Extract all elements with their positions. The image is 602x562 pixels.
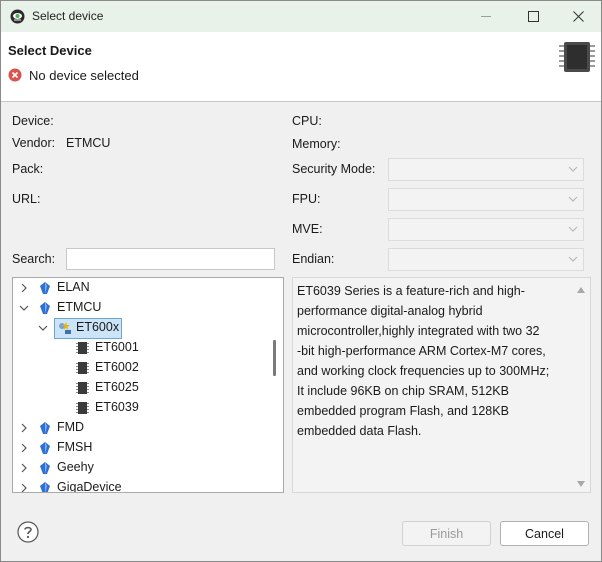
scroll-down-icon[interactable] bbox=[576, 480, 586, 488]
vendor-icon bbox=[40, 302, 50, 314]
tree-item-etmcu[interactable]: ETMCU bbox=[13, 298, 267, 318]
finish-button[interactable]: Finish bbox=[402, 521, 491, 546]
tree-item-geehy[interactable]: Geehy bbox=[13, 458, 267, 478]
tree-item-et600x[interactable]: ET600x bbox=[13, 318, 267, 338]
tree-label: ETMCU bbox=[57, 300, 102, 314]
tree-label: ELAN bbox=[57, 280, 90, 294]
tree-scrollbar[interactable] bbox=[267, 278, 283, 492]
url-label: URL: bbox=[12, 192, 41, 206]
memory-label: Memory: bbox=[292, 137, 341, 151]
chevron-right-icon[interactable] bbox=[19, 423, 29, 433]
minimize-button[interactable] bbox=[463, 1, 509, 32]
search-label: Search: bbox=[12, 252, 56, 266]
tree-item-fmsh[interactable]: FMSH bbox=[13, 438, 267, 458]
fpu-label: FPU: bbox=[292, 192, 321, 206]
vendor-icon bbox=[40, 422, 50, 434]
tree-label: Geehy bbox=[57, 460, 94, 474]
close-icon bbox=[572, 11, 584, 22]
fpu-select[interactable] bbox=[388, 188, 584, 211]
app-icon bbox=[10, 9, 25, 24]
chevron-down-icon bbox=[568, 166, 578, 172]
vendor-icon bbox=[40, 282, 50, 294]
search-input[interactable] bbox=[66, 248, 275, 270]
chevron-down-icon bbox=[568, 196, 578, 202]
header-panel: Select Device No device selected bbox=[1, 32, 601, 102]
title-bar: Select device bbox=[1, 1, 601, 32]
select-device-dialog: Select device Select Device No device se… bbox=[0, 0, 602, 562]
window-title: Select device bbox=[32, 9, 104, 23]
tree-item-fmd[interactable]: FMD bbox=[13, 418, 267, 438]
chevron-down-icon bbox=[568, 256, 578, 262]
error-icon bbox=[8, 68, 22, 82]
vendor-icon bbox=[40, 482, 50, 492]
device-chip-icon bbox=[76, 402, 89, 414]
tree-label: ET6039 bbox=[95, 400, 139, 414]
device-label: Device: bbox=[12, 114, 54, 128]
tree-scrollbar-thumb[interactable] bbox=[273, 340, 276, 376]
status-message: No device selected bbox=[29, 68, 139, 83]
tree-item-et6002[interactable]: ET6002 bbox=[13, 358, 267, 378]
maximize-button[interactable] bbox=[510, 1, 556, 32]
device-chip-icon bbox=[76, 382, 89, 394]
tree-item-gigadevice[interactable]: GigaDevice bbox=[13, 478, 267, 493]
header-title: Select Device bbox=[8, 43, 92, 58]
security-mode-select[interactable] bbox=[388, 158, 584, 181]
mve-select[interactable] bbox=[388, 218, 584, 241]
tree-label: FMSH bbox=[57, 440, 93, 454]
chevron-right-icon[interactable] bbox=[19, 283, 29, 293]
tree-label: ET6025 bbox=[95, 380, 139, 394]
device-description: ET6039 Series is a feature-rich and high… bbox=[297, 284, 550, 438]
device-chip-icon bbox=[76, 342, 89, 354]
vendor-icon bbox=[40, 442, 50, 454]
vendor-icon bbox=[40, 462, 50, 474]
device-tree[interactable]: ELAN ETMCU ET600x ET6001 ET6002 ET6025 E… bbox=[12, 277, 284, 493]
tree-item-et6025[interactable]: ET6025 bbox=[13, 378, 267, 398]
endian-select[interactable] bbox=[388, 248, 584, 271]
device-chip-icon bbox=[76, 362, 89, 374]
help-icon[interactable] bbox=[17, 521, 39, 543]
cpu-label: CPU: bbox=[292, 114, 322, 128]
tree-label: FMD bbox=[57, 420, 85, 434]
pack-label: Pack: bbox=[12, 162, 44, 176]
close-button[interactable] bbox=[555, 1, 601, 32]
scroll-up-icon[interactable] bbox=[576, 286, 586, 294]
tree-item-et6001[interactable]: ET6001 bbox=[13, 338, 267, 358]
cancel-button[interactable]: Cancel bbox=[500, 521, 589, 546]
device-description-panel: ET6039 Series is a feature-rich and high… bbox=[292, 277, 591, 493]
family-icon bbox=[59, 322, 71, 334]
chevron-down-icon[interactable] bbox=[38, 323, 48, 333]
mve-label: MVE: bbox=[292, 222, 323, 236]
chevron-down-icon[interactable] bbox=[19, 303, 29, 313]
security-mode-label: Security Mode: bbox=[292, 162, 376, 176]
vendor-label: Vendor: bbox=[12, 136, 56, 150]
tree-item-et6039[interactable]: ET6039 bbox=[13, 398, 267, 418]
maximize-icon bbox=[527, 11, 539, 22]
chevron-right-icon[interactable] bbox=[19, 483, 29, 493]
chip-icon bbox=[559, 42, 595, 72]
chevron-right-icon[interactable] bbox=[19, 443, 29, 453]
endian-label: Endian: bbox=[292, 252, 335, 266]
tree-label: GigaDevice bbox=[57, 480, 122, 493]
tree-item-elan[interactable]: ELAN bbox=[13, 278, 267, 298]
chevron-down-icon bbox=[568, 226, 578, 232]
chevron-right-icon[interactable] bbox=[19, 463, 29, 473]
minimize-icon bbox=[480, 16, 491, 17]
tree-label: ET600x bbox=[76, 320, 120, 334]
tree-label: ET6002 bbox=[95, 360, 139, 374]
tree-label: ET6001 bbox=[95, 340, 139, 354]
vendor-value: ETMCU bbox=[66, 136, 111, 150]
